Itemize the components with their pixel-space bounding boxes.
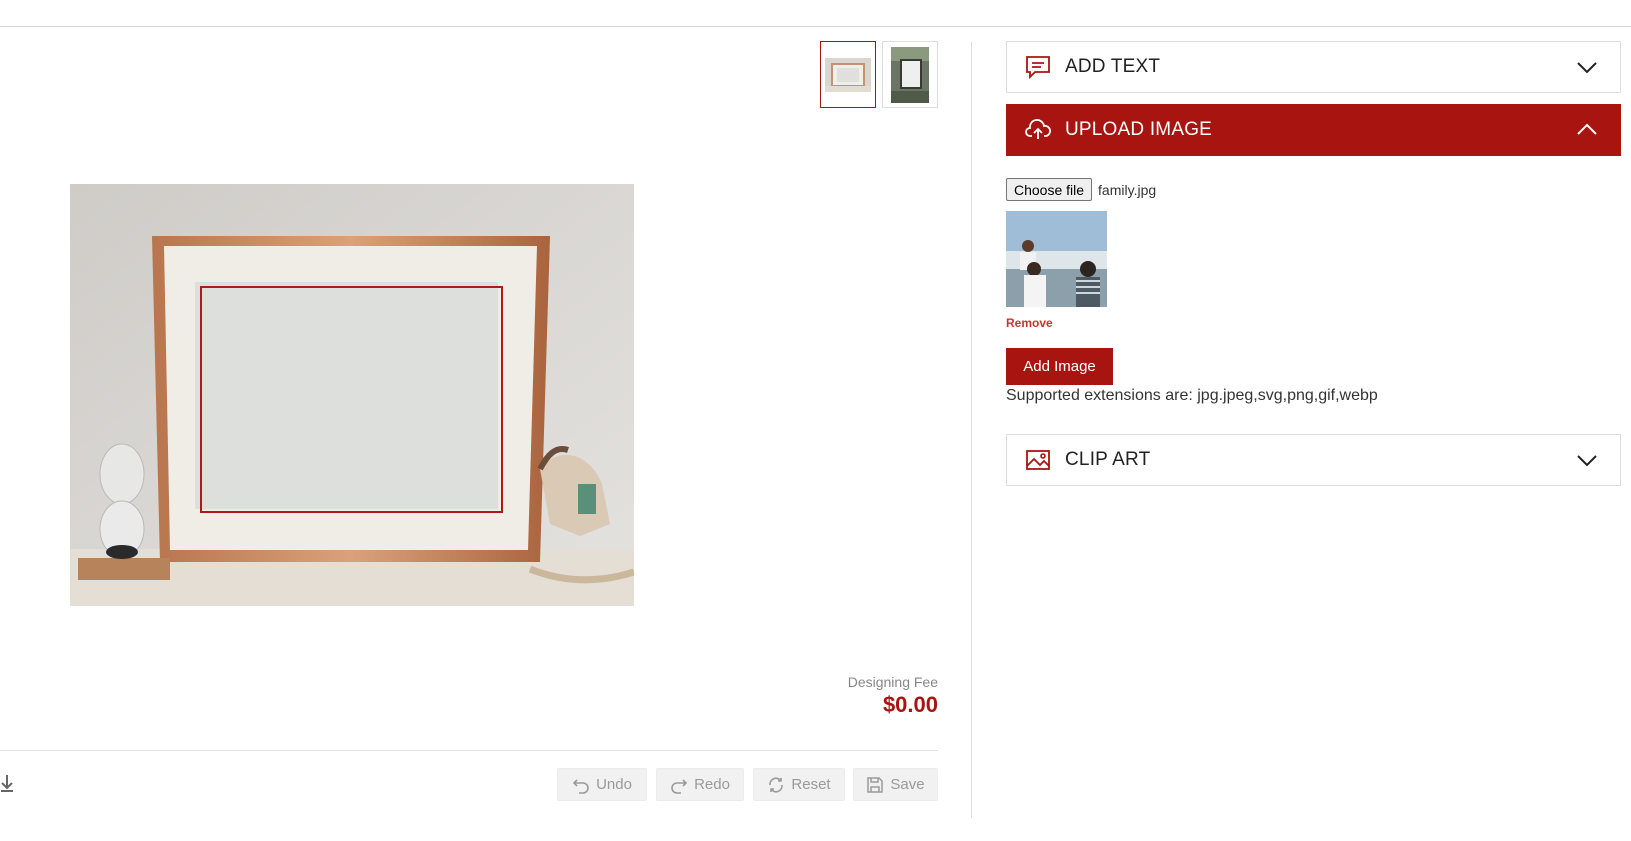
cloud-upload-icon [1025,119,1051,139]
design-area[interactable] [200,286,503,513]
add-image-button[interactable]: Add Image [1006,348,1113,385]
clip-art-panel-header[interactable]: CLIP ART [1006,434,1621,486]
redo-button[interactable]: Redo [656,768,744,801]
reset-button[interactable]: Reset [753,768,845,801]
undo-icon [572,778,589,794]
file-input-row: Choose file family.jpg [1006,178,1156,201]
uploaded-image-thumbnail[interactable] [1006,211,1107,307]
header-divider [0,26,1631,27]
clip-art-label: CLIP ART [1065,449,1151,470]
redo-label: Redo [694,776,730,793]
choose-file-button[interactable]: Choose file [1006,178,1093,201]
chevron-up-icon [1577,123,1597,135]
undo-label: Undo [596,776,632,793]
save-label: Save [890,776,925,793]
save-button[interactable]: Save [853,768,938,801]
chevron-down-icon [1577,455,1597,467]
supported-extensions-text: Supported extensions are: jpg.jpeg,svg,p… [1006,387,1378,404]
remove-image-link[interactable]: Remove [1006,316,1053,330]
thumbnail-portrait[interactable] [882,41,938,108]
frame-portrait-thumb-image [891,46,929,103]
designing-fee-label: Designing Fee [847,674,938,690]
upload-image-label: UPLOAD IMAGE [1065,119,1213,140]
download-icon[interactable] [0,773,14,793]
add-text-panel-header[interactable]: ADD TEXT [1006,41,1621,93]
image-icon [1026,450,1050,470]
upload-image-panel-header[interactable]: UPLOAD IMAGE [1006,104,1621,156]
thumbnail-landscape[interactable] [820,41,876,108]
reset-label: Reset [791,776,831,793]
reset-icon [769,776,784,793]
designing-fee-value: $0.00 [882,692,938,717]
add-text-label: ADD TEXT [1065,56,1161,77]
save-icon [867,776,884,793]
toolbar-divider [0,750,938,751]
chat-text-icon [1026,56,1050,80]
chevron-down-icon [1577,62,1597,74]
frame-landscape-thumb-image [825,57,871,92]
undo-button[interactable]: Undo [557,768,647,801]
selected-file-name: family.jpg [1098,181,1157,198]
redo-icon [671,778,688,794]
panel-divider [971,42,972,818]
family-photo-image [1006,211,1107,307]
